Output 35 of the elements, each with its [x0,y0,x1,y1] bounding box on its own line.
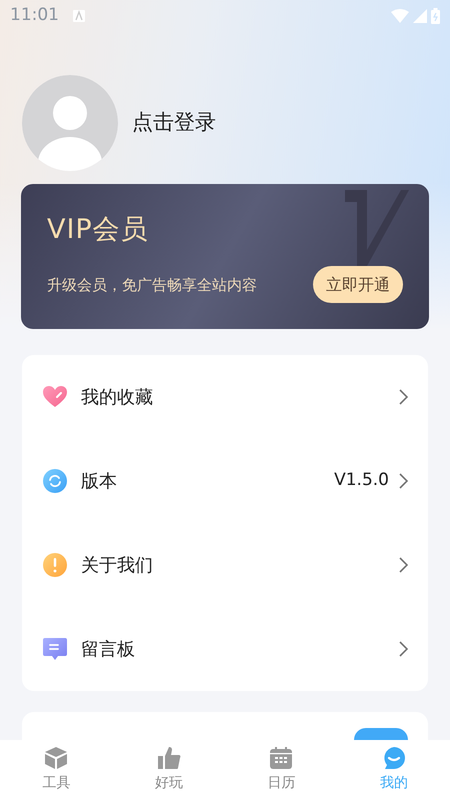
menu-label: 关于我们 [81,554,154,578]
chat-bubble-icon [382,746,406,770]
chevron-right-icon [399,641,408,657]
avatar-icon[interactable] [22,75,118,171]
tab-item[interactable]: 好玩 [112,740,225,800]
vip-title: VIP会员 [47,212,150,247]
thumbs-up-icon [156,746,181,770]
menu-item[interactable]: 我的收藏 [22,355,428,439]
wifi-icon [391,9,409,23]
chevron-right-icon [399,473,408,489]
heart-icon [42,385,68,409]
menu-label: 留言板 [81,638,136,662]
menu-item[interactable]: 关于我们 [22,523,428,607]
signal-icon [413,9,427,23]
activate-button[interactable]: 立即开通 [313,266,403,304]
menu-label: 我的收藏 [81,386,154,410]
cube-icon [44,746,68,770]
exclamation-icon [42,552,68,578]
battery-icon [431,8,440,24]
toggle-switch[interactable] [354,728,408,740]
tab-item[interactable]: 日历 [225,740,338,800]
vip-subtitle: 升级会员，免广告畅享全站内容 [47,274,257,296]
menu-label: 版本 [81,470,118,494]
chevron-right-icon [399,557,408,573]
login-link[interactable]: 点击登录 [132,107,216,139]
menu-item[interactable]: 留言板 [22,607,428,691]
version-value: V1.5.0 [334,469,389,492]
notification-icon [73,10,85,22]
status-time: 11:01 [10,4,59,28]
chevron-right-icon [399,389,408,405]
tab-item[interactable]: 工具 [0,740,112,800]
message-icon [42,636,68,662]
menu-item[interactable]: 版本 V1.5.0 [22,439,428,523]
calendar-icon [269,746,294,770]
refresh-icon [42,468,68,494]
